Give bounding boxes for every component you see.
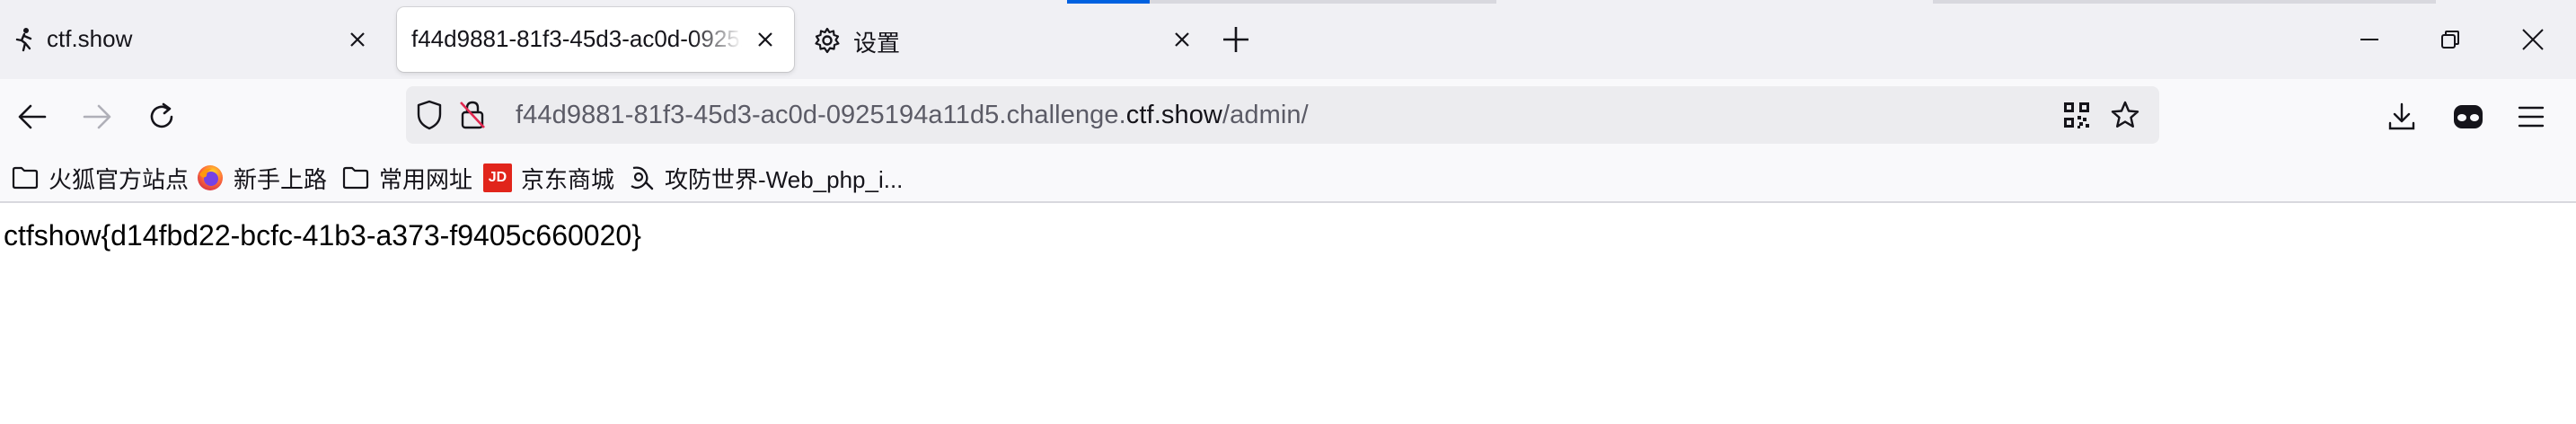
bookmark-label: 新手上路 bbox=[234, 165, 328, 193]
window-close-icon[interactable] bbox=[2513, 20, 2553, 59]
tab-title: ctf.show bbox=[47, 25, 133, 52]
tracking-protection-shield-icon[interactable] bbox=[413, 99, 446, 131]
firefox-icon bbox=[196, 163, 225, 192]
flag-text: ctfshow{d14fbd22-bcfc-41b3-a373-f9405c66… bbox=[4, 219, 641, 252]
minimize-icon[interactable] bbox=[2350, 20, 2389, 59]
bookmark-getting-started[interactable]: 新手上路 bbox=[196, 160, 327, 196]
running-person-icon bbox=[13, 27, 38, 52]
close-icon[interactable] bbox=[1166, 23, 1198, 56]
tab-ctfshow[interactable]: ctf.show bbox=[0, 7, 386, 72]
bookmark-label: 京东商城 bbox=[521, 165, 615, 193]
page-content: ctfshow{d14fbd22-bcfc-41b3-a373-f9405c66… bbox=[0, 205, 2576, 424]
url-domain: ctf.show bbox=[1125, 101, 1222, 129]
tab-settings[interactable]: 设置 bbox=[801, 7, 1207, 72]
bookmark-jd[interactable]: JD 京东商城 bbox=[483, 160, 614, 196]
back-arrow-icon[interactable] bbox=[13, 97, 52, 137]
bookmark-common-sites[interactable]: 常用网址 bbox=[341, 160, 472, 196]
tab-strip-highlight-right bbox=[1933, 0, 2436, 4]
tab-strip: ctf.show f44d9881-81f3-45d3-ac0d-0925194… bbox=[0, 0, 2576, 79]
tab-strip-highlight bbox=[1150, 0, 1496, 4]
qr-code-icon[interactable] bbox=[2060, 99, 2093, 131]
new-tab-plus-icon[interactable] bbox=[1220, 23, 1252, 56]
restore-icon[interactable] bbox=[2430, 20, 2470, 59]
address-bar[interactable]: f44d9881-81f3-45d3-ac0d-0925194a11d5.cha… bbox=[406, 86, 2159, 144]
url-path: /admin/ bbox=[1222, 101, 1309, 129]
menu-hamburger-icon[interactable] bbox=[2511, 97, 2551, 137]
bookmark-star-icon[interactable] bbox=[2109, 99, 2141, 131]
bookmark-adworld[interactable]: 攻防世界-Web_php_i... bbox=[627, 160, 903, 196]
reload-icon[interactable] bbox=[142, 97, 181, 137]
compass-icon bbox=[627, 163, 656, 192]
tab-title: 设置 bbox=[853, 30, 901, 57]
gear-icon bbox=[814, 27, 840, 54]
tab-loading-indicator bbox=[1067, 0, 1150, 4]
bookmark-label: 火狐官方站点 bbox=[49, 165, 190, 193]
forward-arrow-icon[interactable] bbox=[77, 97, 117, 137]
tab-challenge-admin[interactable]: f44d9881-81f3-45d3-ac0d-0925194a11d5.cha… bbox=[397, 7, 794, 72]
close-icon[interactable] bbox=[749, 23, 781, 56]
url-subdomain: f44d9881-81f3-45d3-ac0d-0925194a11d5.cha… bbox=[516, 101, 1126, 129]
bookmark-label: 常用网址 bbox=[379, 165, 473, 193]
tab-title: f44d9881-81f3-45d3-ac0d-0925194a11d5.cha… bbox=[411, 25, 742, 52]
folder-icon bbox=[11, 163, 40, 192]
bookmark-label: 攻防世界-Web_php_i... bbox=[665, 165, 904, 193]
bookmark-firefox-official[interactable]: 火狐官方站点 bbox=[11, 160, 189, 196]
navigation-toolbar: f44d9881-81f3-45d3-ac0d-0925194a11d5.cha… bbox=[0, 79, 2576, 153]
folder-icon bbox=[341, 163, 370, 192]
downloads-icon[interactable] bbox=[2382, 97, 2422, 137]
private-browsing-mask-icon[interactable] bbox=[2448, 97, 2488, 137]
insecure-lock-icon[interactable] bbox=[456, 99, 489, 131]
jd-icon: JD bbox=[483, 163, 512, 192]
bookmarks-toolbar: 火狐官方站点 新手上路 常用网址 JD 京东商城 攻防世界-Web_php_i.… bbox=[0, 153, 2576, 203]
close-icon[interactable] bbox=[341, 23, 374, 56]
url-text[interactable]: f44d9881-81f3-45d3-ac0d-0925194a11d5.cha… bbox=[516, 101, 1309, 130]
